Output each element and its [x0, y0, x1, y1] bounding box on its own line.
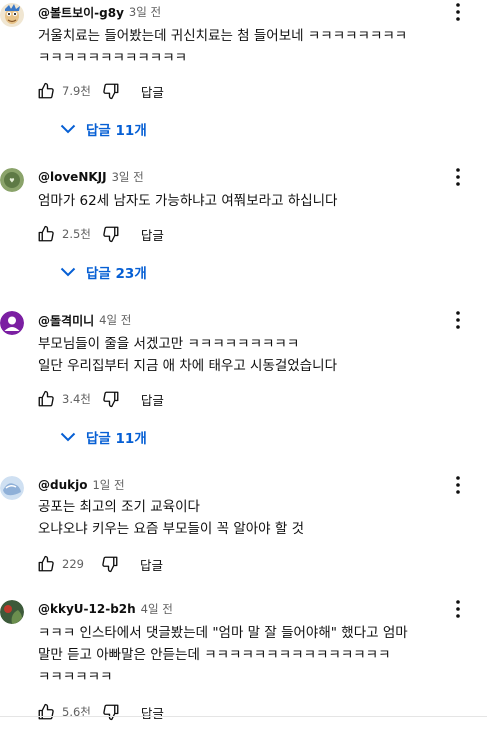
like-count: 7.9천 [62, 84, 91, 98]
dislike-button[interactable] [101, 81, 121, 101]
like-count: 229 [62, 557, 84, 571]
comment-header: @볼트보이-g8y 3일 전 [38, 2, 161, 22]
dislike-button[interactable] [101, 224, 121, 244]
dislike-button[interactable] [100, 554, 120, 574]
comment-time[interactable]: 3일 전 [112, 169, 144, 185]
more-actions-button[interactable] [448, 473, 468, 497]
comment-text-line: 부모님들이 줄을 서겠고만 ㅋㅋㅋㅋㅋㅋㅋㅋㅋ [38, 336, 300, 352]
like-count: 2.5천 [62, 227, 91, 241]
comment-header: @loveNKJJ 3일 전 [38, 167, 144, 187]
comment-text-line: 거울치료는 들어봤는데 귀신치료는 첨 들어보네 ㅋㅋㅋㅋㅋㅋㅋㅋ [38, 28, 408, 44]
thumbs-up-icon [38, 390, 54, 407]
replies-count-label: 답글 11개 [86, 431, 147, 447]
comment-time[interactable]: 3일 전 [129, 4, 161, 20]
thumbs-down-icon [102, 556, 118, 573]
view-replies-button[interactable]: 답글 11개 [60, 425, 147, 449]
comment-text-line: 말만 듣고 아빠말은 안듣는데 ㅋㅋㅋㅋㅋㅋㅋㅋㅋㅋㅋㅋㅋㅋㅋ [38, 647, 391, 663]
comment-actions: 229 답글 [36, 552, 163, 576]
like-button[interactable] [36, 702, 56, 722]
reply-button[interactable]: 답글 [141, 225, 164, 244]
comment-author[interactable]: @dukjo [38, 478, 87, 492]
comment-text-line: 일단 우리집부터 지금 애 차에 태우고 시동걸었습니다 [38, 358, 337, 374]
thumbs-down-icon [103, 83, 119, 100]
replies-count-label: 답글 23개 [86, 266, 147, 282]
thumbs-down-icon [103, 391, 119, 408]
comment-text-line: 오냐오냐 키우는 요즘 부모들이 꼭 알아야 할 것 [38, 521, 305, 537]
comment-header: @돌격미니 4일 전 [38, 310, 131, 330]
thumbs-up-icon [38, 225, 54, 242]
like-button[interactable] [36, 554, 56, 574]
reply-button[interactable]: 답글 [141, 390, 164, 409]
comment-text-line: 엄마가 62세 남자도 가능하냐고 여쭤보라고 하십니다 [38, 193, 338, 209]
chevron-down-icon [60, 124, 76, 134]
more-actions-button[interactable] [448, 597, 468, 621]
avatar[interactable] [0, 311, 24, 335]
comment-author[interactable]: @loveNKJJ [38, 170, 107, 184]
thumbs-up-icon [38, 82, 54, 99]
comment-text-line: ㅋㅋㅋ 인스타에서 댓글봤는데 "엄마 말 잘 들어야해" 했다고 엄마 [38, 625, 408, 641]
reply-button[interactable]: 답글 [141, 82, 164, 101]
comment-actions: 3.4천 답글 [36, 387, 164, 411]
comment-author[interactable]: @돌격미니 [38, 312, 94, 329]
comment-time[interactable]: 4일 전 [99, 312, 131, 328]
reply-button[interactable]: 답글 [141, 703, 164, 722]
kebab-icon [456, 311, 460, 329]
view-replies-button[interactable]: 답글 23개 [60, 260, 147, 284]
kebab-icon [456, 476, 460, 494]
avatar[interactable]: ♥ [0, 168, 24, 192]
avatar[interactable] [0, 3, 24, 27]
more-actions-button[interactable] [448, 165, 468, 189]
like-button[interactable] [36, 389, 56, 409]
comment-time[interactable]: 4일 전 [141, 601, 173, 617]
dislike-button[interactable] [101, 389, 121, 409]
thumbs-up-icon [38, 703, 54, 720]
chevron-down-icon [60, 267, 76, 277]
divider [0, 716, 487, 717]
thumbs-down-icon [103, 226, 119, 243]
like-count: 5.6천 [62, 705, 91, 719]
comment-header: @dukjo 1일 전 [38, 475, 125, 495]
kebab-icon [456, 168, 460, 186]
kebab-icon [456, 600, 460, 618]
more-actions-button[interactable] [448, 308, 468, 332]
like-count: 3.4천 [62, 392, 91, 406]
comment-author[interactable]: @볼트보이-g8y [38, 4, 124, 21]
avatar[interactable] [0, 476, 24, 500]
thumbs-up-icon [38, 555, 54, 572]
comment-text-line: ㅋㅋㅋㅋㅋㅋ [38, 669, 113, 685]
comment-actions: 7.9천 답글 [36, 79, 164, 103]
svg-text:♥: ♥ [9, 178, 14, 185]
comment-actions: 5.6천 답글 [36, 700, 164, 724]
comment-time[interactable]: 1일 전 [92, 477, 124, 493]
kebab-icon [456, 3, 460, 21]
view-replies-button[interactable]: 답글 11개 [60, 117, 147, 141]
comment-actions: 2.5천 답글 [36, 222, 164, 246]
comment-text-line: ㅋㅋㅋㅋㅋㅋㅋㅋㅋㅋㅋㅋ [38, 50, 188, 66]
reply-button[interactable]: 답글 [140, 555, 163, 574]
replies-count-label: 답글 11개 [86, 123, 147, 139]
avatar[interactable] [0, 600, 24, 624]
more-actions-button[interactable] [448, 0, 468, 24]
thumbs-down-icon [103, 704, 119, 721]
comment-text-line: 공포는 최고의 조기 교육이다 [38, 499, 200, 515]
chevron-down-icon [60, 432, 76, 442]
comment-author[interactable]: @kkyU-12-b2h [38, 602, 136, 616]
like-button[interactable] [36, 81, 56, 101]
like-button[interactable] [36, 224, 56, 244]
dislike-button[interactable] [101, 702, 121, 722]
comment-header: @kkyU-12-b2h 4일 전 [38, 599, 173, 619]
